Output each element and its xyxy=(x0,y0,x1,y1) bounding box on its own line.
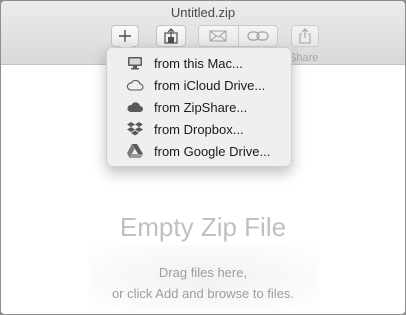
mail-icon xyxy=(209,30,227,42)
extract-icon xyxy=(164,28,178,44)
extract-button[interactable] xyxy=(156,25,186,47)
link-icon xyxy=(247,31,269,41)
cloud-outline-icon xyxy=(125,77,145,93)
menu-item-from-dropbox[interactable]: from Dropbox... xyxy=(111,118,287,140)
cloud-filled-icon xyxy=(125,99,145,115)
menu-item-label: from this Mac... xyxy=(154,55,243,71)
menu-item-from-icloud[interactable]: from iCloud Drive... xyxy=(111,74,287,96)
empty-title: Empty Zip File xyxy=(119,212,287,242)
share-icon xyxy=(299,28,311,44)
send-segment xyxy=(198,25,278,47)
menu-item-from-google-drive[interactable]: from Google Drive... xyxy=(111,140,287,162)
add-menu: from this Mac... from iCloud Drive... fr… xyxy=(106,47,292,167)
window-title: Untitled.zip xyxy=(170,5,236,20)
menu-item-label: from Google Drive... xyxy=(154,143,271,159)
google-drive-icon xyxy=(125,143,145,159)
hint-line-2: or click Add and browse to files. xyxy=(111,286,295,301)
dropbox-icon xyxy=(125,121,145,137)
menu-item-label: from ZipShare... xyxy=(154,99,248,115)
hint-line-1: Drag files here, xyxy=(158,265,248,280)
share-label: Share xyxy=(289,52,319,64)
menu-item-label: from Dropbox... xyxy=(154,121,244,137)
computer-icon xyxy=(125,55,145,71)
share-button[interactable] xyxy=(291,25,319,47)
mail-button[interactable] xyxy=(198,25,238,47)
menu-item-label: from iCloud Drive... xyxy=(154,77,266,93)
link-button[interactable] xyxy=(237,25,278,47)
menu-item-from-mac[interactable]: from this Mac... xyxy=(111,52,287,74)
menu-item-from-zipshare[interactable]: from ZipShare... xyxy=(111,96,287,118)
